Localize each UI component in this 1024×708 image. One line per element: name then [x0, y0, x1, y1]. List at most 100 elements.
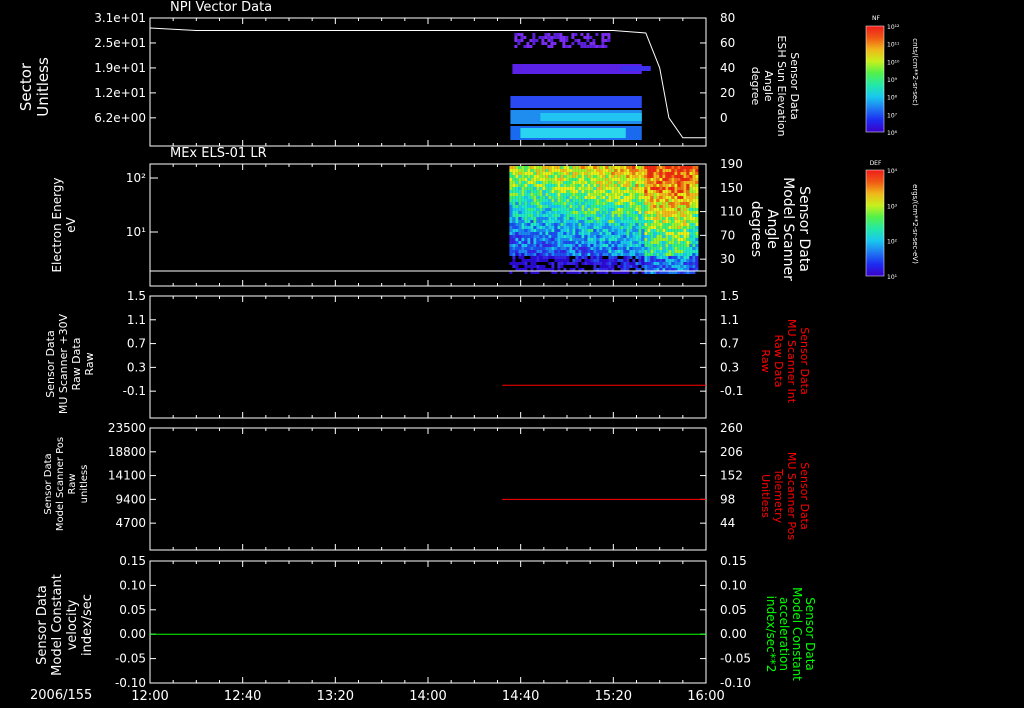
spectrogram-cell [656, 166, 660, 169]
spectrogram-cell [545, 220, 549, 223]
spectrogram-cell [605, 262, 609, 265]
y-tick-label-right: -0.1 [720, 384, 743, 398]
spectrogram-cell [536, 229, 540, 232]
spectrogram-cell [632, 214, 636, 217]
panel5-ylabel: Sensor Data Model Constant velocity inde… [35, 574, 95, 676]
spectrogram-cell [605, 178, 609, 181]
spectrogram-cell [554, 202, 558, 205]
spectrogram-cell [647, 238, 651, 241]
spectrogram-cell [521, 181, 525, 184]
spectrogram-cell [595, 45, 599, 48]
spectrogram-cell [604, 45, 608, 48]
spectrogram-cell [578, 175, 582, 178]
spectrogram-cell [599, 184, 603, 187]
spectrogram-cell [590, 181, 594, 184]
spectrogram-cell [607, 39, 611, 42]
spectrogram-cell [680, 196, 684, 199]
spectrogram-cell [596, 238, 600, 241]
spectrogram-cell [590, 235, 594, 238]
spectrogram-cell [530, 193, 534, 196]
spectrogram-cell [536, 223, 540, 226]
spectrogram-cell [656, 256, 660, 259]
spectrogram-cell [554, 169, 558, 172]
spectrogram-cell [638, 190, 642, 193]
spectrogram-cell [599, 220, 603, 223]
spectrogram-cell [674, 172, 678, 175]
spectrogram-cell [554, 220, 558, 223]
spectrogram-cell [509, 199, 513, 202]
spectrogram-cell [584, 250, 588, 253]
spectrogram-cell [674, 241, 678, 244]
spectrogram-cell [548, 187, 552, 190]
spectrogram-cell [644, 250, 648, 253]
spectrogram-cell [671, 208, 675, 211]
spectrogram-cell [656, 262, 660, 265]
spectrogram-cell [539, 217, 543, 220]
spectrogram-cell [668, 193, 672, 196]
spectrogram-cell [533, 211, 537, 214]
spectrogram-cell [524, 232, 528, 235]
spectrogram-cell [695, 241, 699, 244]
spectrogram-cell [689, 232, 693, 235]
spectrogram-cell [563, 181, 567, 184]
spectrogram-cell [592, 39, 596, 42]
spectrogram-cell [683, 196, 687, 199]
spectrogram-cell [623, 166, 627, 169]
spectrogram-cell [671, 235, 675, 238]
spectrogram-cell [689, 187, 693, 190]
spectrogram-cell [545, 256, 549, 259]
spectrogram-cell [545, 223, 549, 226]
spectrogram-cell [650, 217, 654, 220]
spectrogram-cell [544, 36, 548, 39]
spectrogram-cell [632, 184, 636, 187]
spectrogram-cell [539, 238, 543, 241]
spectrogram-cell [578, 235, 582, 238]
spectrogram-cell [593, 229, 597, 232]
spectrogram-cell [581, 181, 585, 184]
spectrogram-cell [557, 262, 561, 265]
spectrogram-cell [692, 247, 696, 250]
spectrogram-cell [578, 247, 582, 250]
spectrogram-cell [608, 184, 612, 187]
spectrogram-cell [641, 178, 645, 181]
spectrogram-cell [623, 238, 627, 241]
spectrogram-cell [599, 226, 603, 229]
spectrogram-cell [608, 250, 612, 253]
spectrogram-cell [547, 36, 551, 39]
spectrogram-cell [527, 202, 531, 205]
spectrogram-cell [614, 247, 618, 250]
spectrogram-cell [689, 193, 693, 196]
spectrogram-cell [542, 253, 546, 256]
colorbar-nf-tick-label: 10¹² [887, 24, 900, 31]
spectrogram-cell [521, 211, 525, 214]
panel3-frame [149, 295, 707, 419]
spectrogram-cell [518, 190, 522, 193]
spectrogram-cell [620, 232, 624, 235]
y-tick-label-right: 152 [720, 469, 743, 483]
spectrogram-cell [653, 232, 657, 235]
spectrogram-cell [686, 226, 690, 229]
spectrogram-cell [635, 223, 639, 226]
spectrogram-cell [680, 232, 684, 235]
spectrogram-cell [599, 250, 603, 253]
spectrogram-cell [608, 217, 612, 220]
spectrogram-cell [580, 45, 584, 48]
spectrogram-cell [580, 42, 584, 45]
spectrogram-cell [578, 190, 582, 193]
spectrogram-cell [581, 223, 585, 226]
spectrogram-cell [608, 232, 612, 235]
spectrogram-cell [641, 259, 645, 262]
spectrogram-cell [548, 238, 552, 241]
spectrogram-cell [569, 220, 573, 223]
spectrogram-cell [584, 196, 588, 199]
spectrogram-cell [623, 214, 627, 217]
colorbar-nf-tick-label: 10¹¹ [887, 42, 900, 49]
spectrogram-cell [509, 193, 513, 196]
spectrogram-cell [530, 268, 534, 271]
spectrogram-cell [539, 169, 543, 172]
spectrogram-cell [566, 205, 570, 208]
spectrogram-cell [545, 193, 549, 196]
spectrogram-cell [620, 259, 624, 262]
spectrogram-cell [674, 214, 678, 217]
spectrogram-cell [638, 205, 642, 208]
